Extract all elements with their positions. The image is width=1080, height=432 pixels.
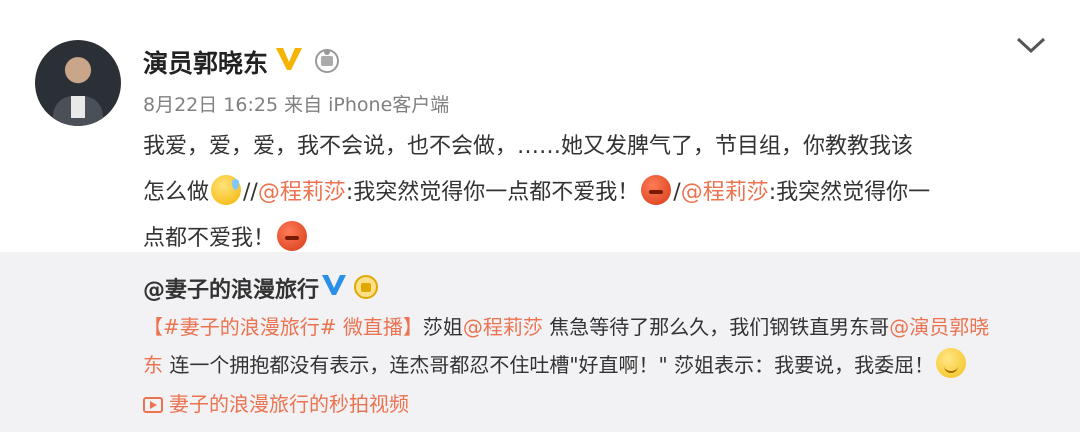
medal-icon[interactable] xyxy=(352,272,380,300)
repost-line-1: 【#妻子的浪漫旅行# 微直播】莎姐@程莉莎 焦急等待了那么久，我们钢铁直男东哥@… xyxy=(143,308,1063,346)
mention-link[interactable]: @演员郭晓 xyxy=(889,315,989,339)
repost-text-span: 连一个拥抱都没有表示，连杰哥都忍不住吐槽"好直啊！" 莎姐表示：我要说，我委屈！ xyxy=(163,353,935,377)
post-line-1: 我爱，爱，爱，我不会说，也不会做，……她又发脾气了，节目组，你教教我该 xyxy=(143,134,914,159)
weibo-post: 演员郭晓东 8月22日 16:25 来自 iPhone客户端 我爱，爱，爱，我不… xyxy=(0,0,1080,251)
post-username[interactable]: 演员郭晓东 xyxy=(143,44,268,80)
mention-link[interactable]: 东 xyxy=(143,353,163,377)
video-link[interactable]: 妻子的浪漫旅行的秒拍视频 xyxy=(143,388,409,417)
repost-text-span: 焦急等待了那么久，我们钢铁直男东哥 xyxy=(542,315,890,339)
post-text: // xyxy=(243,180,258,205)
post-text: / xyxy=(673,180,681,205)
sweat-emoji-icon xyxy=(211,175,242,205)
video-icon xyxy=(143,397,163,413)
post-line-2: 怎么做//@程莉莎:我突然觉得你一点都不爱我！/@程莉莎:我突然觉得你一 xyxy=(143,170,1043,216)
angry-emoji-icon xyxy=(641,175,672,205)
post-text: 怎么做 xyxy=(143,180,210,205)
post-content: 我爱，爱，爱，我不会说，也不会做，……她又发脾气了，节目组，你教教我该 怎么做 /… xyxy=(143,124,1043,262)
repost-text: 【#妻子的浪漫旅行# 微直播】莎姐@程莉莎 焦急等待了那么久，我们钢铁直男东哥@… xyxy=(143,308,1063,384)
mention-link[interactable]: @程莉莎 xyxy=(681,180,769,205)
medal-icon[interactable] xyxy=(313,46,341,74)
reposted-content[interactable]: @妻子的浪漫旅行 【#妻子的浪漫旅行# 微直播】莎姐@程莉莎 焦急等待了那么久，… xyxy=(0,252,1080,432)
post-text: :我突然觉得你一 xyxy=(768,180,931,205)
repost-username[interactable]: @妻子的浪漫旅行 xyxy=(143,272,319,304)
avatar-collar xyxy=(71,96,85,118)
verified-v-icon xyxy=(276,48,302,70)
mention-link[interactable]: @程莉莎 xyxy=(463,315,543,339)
chevron-down-icon[interactable] xyxy=(1014,34,1048,56)
repost-line-2: 东 连一个拥抱都没有表示，连杰哥都忍不住吐槽"好直啊！" 莎姐表示：我要说，我委… xyxy=(143,346,1063,384)
post-text: :我突然觉得你一点都不爱我！ xyxy=(345,180,640,205)
post-meta: 8月22日 16:25 来自 iPhone客户端 xyxy=(143,94,450,116)
shy-emoji-icon xyxy=(936,348,967,378)
video-link-label: 妻子的浪漫旅行的秒拍视频 xyxy=(169,392,409,416)
topic-tag-link[interactable]: 【#妻子的浪漫旅行# 微直播】 xyxy=(143,315,423,339)
post-text: 点都不爱我！ xyxy=(143,226,276,251)
verified-v-icon xyxy=(322,275,346,295)
angry-emoji-icon xyxy=(277,221,308,251)
mention-link[interactable]: @程莉莎 xyxy=(258,180,346,205)
avatar[interactable] xyxy=(35,40,121,126)
repost-text-span: 莎姐 xyxy=(422,315,463,339)
